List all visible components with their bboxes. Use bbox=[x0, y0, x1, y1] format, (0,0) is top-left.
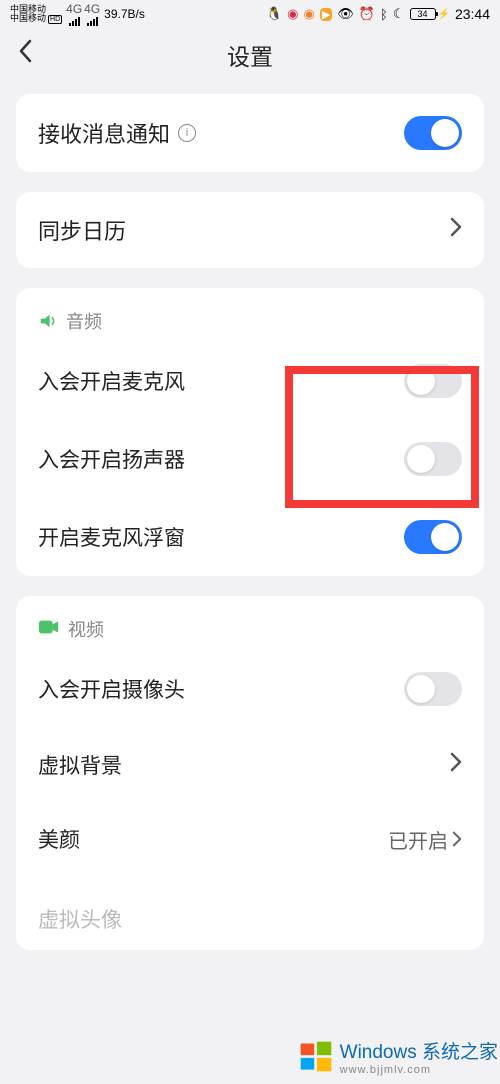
row-camera-on-join[interactable]: 入会开启摄像头 bbox=[16, 650, 484, 728]
chevron-right-icon bbox=[450, 751, 462, 779]
toggle-camera-on-join[interactable] bbox=[404, 672, 462, 706]
bluetooth-icon: ᛒ bbox=[380, 7, 388, 22]
row-beauty[interactable]: 美颜 已开启 bbox=[16, 802, 484, 876]
card-notifications: 接收消息通知 i bbox=[16, 94, 484, 172]
row-virtual-avatar[interactable]: 虚拟头像 bbox=[16, 876, 484, 950]
info-icon[interactable]: i bbox=[178, 124, 196, 142]
video-app-icon: ▶ bbox=[320, 8, 332, 21]
camera-icon bbox=[38, 619, 60, 640]
mic-on-join-label: 入会开启麦克风 bbox=[38, 366, 185, 396]
music-icon: ◉ bbox=[287, 6, 298, 22]
card-audio: 音频 入会开启麦克风 入会开启扬声器 开启麦克风浮窗 bbox=[16, 288, 484, 576]
app-icon: ◉ bbox=[304, 6, 315, 22]
virtual-avatar-label: 虚拟头像 bbox=[38, 904, 122, 934]
carrier-labels: 中国移动 中国移动HD bbox=[10, 5, 62, 24]
chevron-left-icon bbox=[18, 39, 32, 63]
windows-logo-icon bbox=[298, 1039, 334, 1075]
moon-icon: ☾ bbox=[393, 6, 405, 22]
card-sync-calendar: 同步日历 bbox=[16, 192, 484, 268]
row-mic-on-join[interactable]: 入会开启麦克风 bbox=[16, 342, 484, 420]
speaker-on-join-label: 入会开启扬声器 bbox=[38, 444, 185, 474]
carrier-2: 中国移动HD bbox=[10, 14, 62, 24]
penguin-icon: 🐧 bbox=[266, 6, 282, 22]
camera-on-join-label: 入会开启摄像头 bbox=[38, 674, 185, 704]
status-right: 🐧 ◉ ◉ ▶ 👁 ⏰ ᛒ ☾ 34 ⚡ 23:44 bbox=[266, 6, 490, 22]
page-title: 设置 bbox=[227, 38, 273, 72]
sync-calendar-label: 同步日历 bbox=[38, 214, 126, 246]
audio-section-label: 音频 bbox=[66, 308, 102, 334]
back-button[interactable] bbox=[18, 38, 32, 70]
row-virtual-background[interactable]: 虚拟背景 bbox=[16, 728, 484, 802]
toggle-mic-float[interactable] bbox=[404, 520, 462, 554]
battery-indicator: 34 ⚡ bbox=[410, 8, 450, 20]
notify-label: 接收消息通知 i bbox=[38, 117, 196, 149]
toggle-speaker-on-join[interactable] bbox=[404, 442, 462, 476]
watermark: Windows 系统之家 www.bjjmlv.com bbox=[298, 1037, 498, 1076]
beauty-label: 美颜 bbox=[38, 824, 80, 854]
row-mic-float[interactable]: 开启麦克风浮窗 bbox=[16, 498, 484, 576]
watermark-url: www.bjjmlv.com bbox=[340, 1064, 498, 1076]
signal-bars: 4G 4G bbox=[66, 2, 100, 26]
alarm-icon: ⏰ bbox=[359, 6, 375, 22]
toggle-notifications[interactable] bbox=[404, 116, 462, 150]
status-bar: 中国移动 中国移动HD 4G 4G 39.7B/s 🐧 ◉ ◉ ▶ 👁 ⏰ ᛒ … bbox=[0, 0, 500, 28]
row-receive-notifications[interactable]: 接收消息通知 i bbox=[16, 94, 484, 172]
clock: 23:44 bbox=[455, 6, 490, 22]
page-header: 设置 bbox=[0, 28, 500, 94]
row-speaker-on-join[interactable]: 入会开启扬声器 bbox=[16, 420, 484, 498]
toggle-mic-on-join[interactable] bbox=[404, 364, 462, 398]
hd-badge: HD bbox=[48, 15, 62, 24]
status-left: 中国移动 中国移动HD 4G 4G 39.7B/s bbox=[10, 2, 145, 26]
row-sync-calendar[interactable]: 同步日历 bbox=[16, 192, 484, 268]
eye-icon: 👁 bbox=[337, 6, 354, 22]
virtual-bg-label: 虚拟背景 bbox=[38, 750, 122, 780]
mic-float-label: 开启麦克风浮窗 bbox=[38, 522, 185, 552]
speaker-icon bbox=[38, 313, 58, 329]
network-speed: 39.7B/s bbox=[104, 7, 145, 21]
section-header-video: 视频 bbox=[16, 596, 484, 650]
chevron-right-icon bbox=[450, 216, 462, 244]
watermark-title: Windows 系统之家 bbox=[340, 1037, 498, 1064]
beauty-value: 已开启 bbox=[388, 825, 462, 854]
card-video: 视频 入会开启摄像头 虚拟背景 美颜 已开启 虚拟头像 bbox=[16, 596, 484, 950]
video-section-label: 视频 bbox=[68, 616, 104, 642]
chevron-right-icon bbox=[452, 831, 462, 847]
section-header-audio: 音频 bbox=[16, 288, 484, 342]
